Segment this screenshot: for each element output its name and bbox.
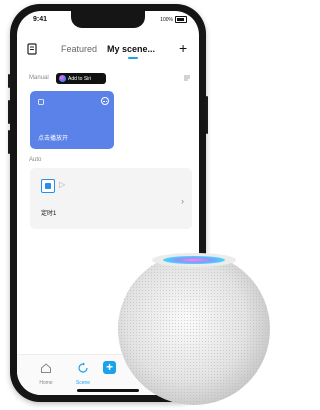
- more-icon[interactable]: [101, 97, 109, 105]
- timer-condition-icon: [41, 179, 55, 193]
- siri-icon: [59, 75, 66, 82]
- tabbar-scene-label: Scene: [75, 380, 91, 386]
- manual-scene-card[interactable]: 点击播放开: [30, 91, 114, 149]
- scene-card-name: 点击播放开: [38, 136, 69, 142]
- battery-text: 100%: [160, 16, 173, 23]
- phone-volume-up-button: [8, 100, 10, 124]
- add-to-siri-label: Add to Siri: [68, 75, 92, 82]
- manual-label: Manual: [29, 75, 49, 81]
- active-tab-indicator: [128, 57, 138, 59]
- tabbar-scene[interactable]: Scene: [68, 361, 98, 386]
- scene-icon: [38, 99, 44, 105]
- home-icon: [41, 363, 51, 373]
- tab-my-scene[interactable]: My scene...: [107, 44, 155, 54]
- phone-volume-down-button: [8, 130, 10, 154]
- auto-scene-name: 定时1: [41, 211, 57, 217]
- battery-icon: [175, 16, 187, 23]
- phone-power-button: [206, 96, 208, 134]
- tab-featured[interactable]: Featured: [61, 44, 97, 54]
- add-to-siri-button[interactable]: Add to Siri: [56, 73, 106, 84]
- house-list-icon[interactable]: [27, 43, 37, 55]
- chevron-right-icon[interactable]: ›: [181, 196, 184, 206]
- plus-icon[interactable]: +: [179, 41, 187, 55]
- homepod-mini-image: [118, 253, 270, 405]
- tabbar-home[interactable]: Home: [31, 361, 61, 386]
- phone-side-button: [8, 74, 10, 88]
- auto-label: Auto: [29, 157, 42, 163]
- status-icons: 100%: [160, 16, 187, 23]
- scene-refresh-icon: [78, 362, 88, 373]
- status-time: 9:41: [33, 16, 48, 23]
- manual-section-header: Manual Add to Siri: [17, 73, 199, 85]
- sort-icon[interactable]: [183, 74, 191, 82]
- top-header: Featured My scene... +: [17, 39, 199, 61]
- tabbar-home-label: Home: [39, 380, 53, 386]
- notch: [71, 11, 145, 28]
- arrow-right-icon: ▷: [59, 180, 66, 189]
- auto-scene-card[interactable]: ▷ 定时1 ›: [30, 168, 192, 229]
